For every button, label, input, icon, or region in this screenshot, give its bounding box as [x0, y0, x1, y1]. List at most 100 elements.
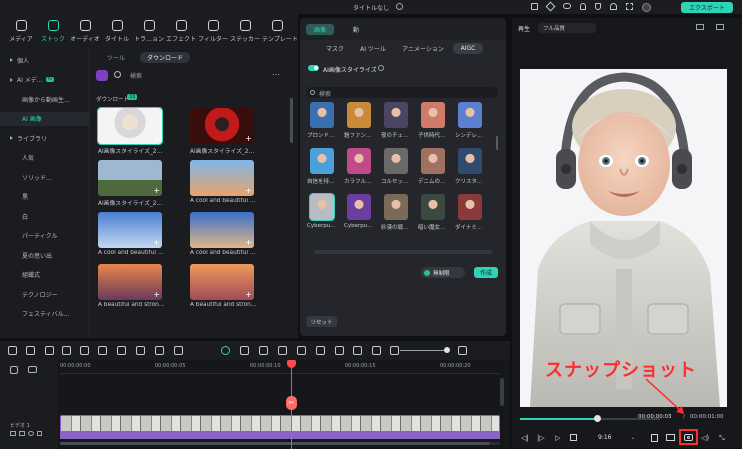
sidebar-item-1[interactable]: AI メデ… AI [0, 73, 90, 87]
style-thumbnail[interactable] [458, 194, 482, 220]
text-icon[interactable] [136, 346, 145, 355]
send-icon[interactable] [545, 1, 556, 12]
volume-icon[interactable]: ◁) [701, 434, 709, 442]
timeline-hscroll[interactable] [60, 442, 500, 445]
headset-icon[interactable] [610, 3, 617, 10]
sidebar-item-0[interactable]: 個人 [0, 53, 90, 67]
add-icon[interactable]: + [153, 239, 160, 247]
style-thumbnail[interactable] [384, 194, 408, 220]
tab-video[interactable]: 動 [348, 24, 364, 35]
quality-select[interactable]: フル品質 [538, 23, 596, 33]
more-options-icon[interactable] [458, 346, 467, 355]
ai-media-icon[interactable] [96, 70, 108, 81]
monitor-icon[interactable] [666, 434, 675, 441]
toolbar-item-3[interactable]: タイトル [102, 20, 132, 43]
sidebar-item-9[interactable]: パーティクル [0, 229, 90, 243]
media-thumbnail[interactable]: + [98, 212, 162, 248]
track-manager-icon[interactable] [28, 366, 37, 373]
export-button[interactable]: エクスポート [681, 2, 733, 13]
create-button[interactable]: 作成 [474, 267, 498, 278]
add-icon[interactable]: + [153, 187, 160, 195]
mask-icon[interactable] [278, 346, 287, 355]
gift-icon[interactable] [531, 3, 538, 10]
sidebar-item-10[interactable]: 夏の思い出 [0, 248, 90, 262]
sidebar-item-8[interactable]: 白 [0, 209, 90, 223]
split-icon[interactable]: ✂ [286, 396, 297, 410]
style-scrollbar[interactable] [496, 136, 498, 150]
add-icon[interactable]: + [245, 291, 252, 299]
speed-icon[interactable] [155, 346, 164, 355]
mark-icon[interactable] [651, 434, 658, 442]
lock-icon[interactable] [37, 431, 42, 436]
image-icon[interactable] [716, 24, 724, 30]
media-thumbnail[interactable]: + [190, 264, 254, 300]
toolbar-item-2[interactable]: オーディオ [70, 20, 100, 43]
avatar[interactable] [642, 3, 651, 12]
help-icon[interactable] [378, 65, 384, 71]
subtitle-icon[interactable] [353, 346, 362, 355]
cloud-icon[interactable] [563, 3, 571, 9]
tab-tools[interactable]: ツール [98, 52, 134, 63]
audio-icon[interactable] [259, 346, 268, 355]
tab-mask[interactable]: マスク [320, 43, 350, 54]
shield-icon[interactable] [595, 3, 601, 10]
style-thumbnail[interactable] [347, 148, 371, 174]
sidebar-item-4[interactable]: ライブラリ [0, 131, 90, 145]
style-thumbnail[interactable] [347, 194, 371, 220]
more-icon[interactable] [174, 346, 183, 355]
playback-handle[interactable] [594, 415, 601, 422]
tab-download[interactable]: ダウンロード [140, 52, 190, 63]
style-thumbnail[interactable] [384, 148, 408, 174]
crop-icon[interactable] [117, 346, 126, 355]
toolbar-item-8[interactable]: テンプレート [262, 20, 298, 43]
style-hscrollbar[interactable] [314, 250, 492, 254]
mic-icon[interactable] [316, 346, 325, 355]
sidebar-item-6[interactable]: ソリッド… [0, 170, 90, 184]
music-icon[interactable] [335, 346, 344, 355]
sidebar-item-7[interactable]: 黒 [0, 190, 90, 204]
free-usage-badge[interactable]: 無制限 [421, 267, 465, 278]
style-thumbnail[interactable] [421, 148, 445, 174]
toolbar-item-7[interactable]: ステッカー [230, 20, 260, 43]
style-thumbnail[interactable] [309, 193, 335, 221]
style-thumbnail[interactable] [421, 194, 445, 220]
ai-tool-icon[interactable] [221, 346, 230, 355]
media-thumbnail[interactable]: + [190, 212, 254, 248]
camera-icon[interactable] [19, 431, 25, 436]
style-thumbnail[interactable] [384, 102, 408, 128]
sidebar-item-12[interactable]: テクノロジー [0, 287, 90, 301]
step-back-icon[interactable]: ◁| [521, 434, 529, 442]
style-search-input[interactable]: 検索 [306, 87, 498, 98]
media-thumbnail[interactable]: + [97, 107, 163, 145]
add-icon[interactable]: + [245, 135, 252, 143]
style-thumbnail[interactable] [310, 148, 334, 174]
style-thumbnail[interactable] [347, 102, 371, 128]
fullscreen-icon[interactable]: ⤡ [719, 434, 725, 443]
undo-icon[interactable] [45, 346, 54, 355]
media-thumbnail[interactable]: + [190, 160, 254, 196]
stylize-toggle[interactable] [308, 65, 319, 71]
color-icon[interactable] [240, 346, 249, 355]
media-search-input[interactable]: 検索 [130, 71, 142, 80]
toolbar-item-6[interactable]: フィルター [198, 20, 228, 43]
stop-icon[interactable] [570, 434, 577, 441]
style-thumbnail[interactable] [458, 102, 482, 128]
zoom-in-icon[interactable] [390, 346, 399, 355]
folder-icon[interactable] [10, 431, 16, 436]
lightbulb-icon[interactable] [580, 3, 586, 10]
add-icon[interactable]: + [153, 135, 160, 143]
tab-aigc[interactable]: AIGC [453, 43, 483, 54]
tab-animation[interactable]: アニメーション [398, 43, 448, 54]
camera-icon[interactable] [684, 434, 693, 441]
sidebar-item-11[interactable]: 組織式 [0, 268, 90, 282]
grid-view-icon[interactable] [8, 346, 17, 355]
media-thumbnail[interactable]: + [98, 264, 162, 300]
zoom-handle[interactable] [444, 347, 450, 353]
media-scrollbar[interactable] [290, 98, 293, 143]
toolbar-item-5[interactable]: エフェクト [166, 20, 196, 43]
add-icon[interactable]: + [153, 291, 160, 299]
style-thumbnail[interactable] [458, 148, 482, 174]
toolbar-item-4[interactable]: トラ…ョン [134, 20, 164, 43]
aspect-select[interactable]: 9:16 ⌄ [598, 432, 642, 443]
marker-icon[interactable] [297, 346, 306, 355]
